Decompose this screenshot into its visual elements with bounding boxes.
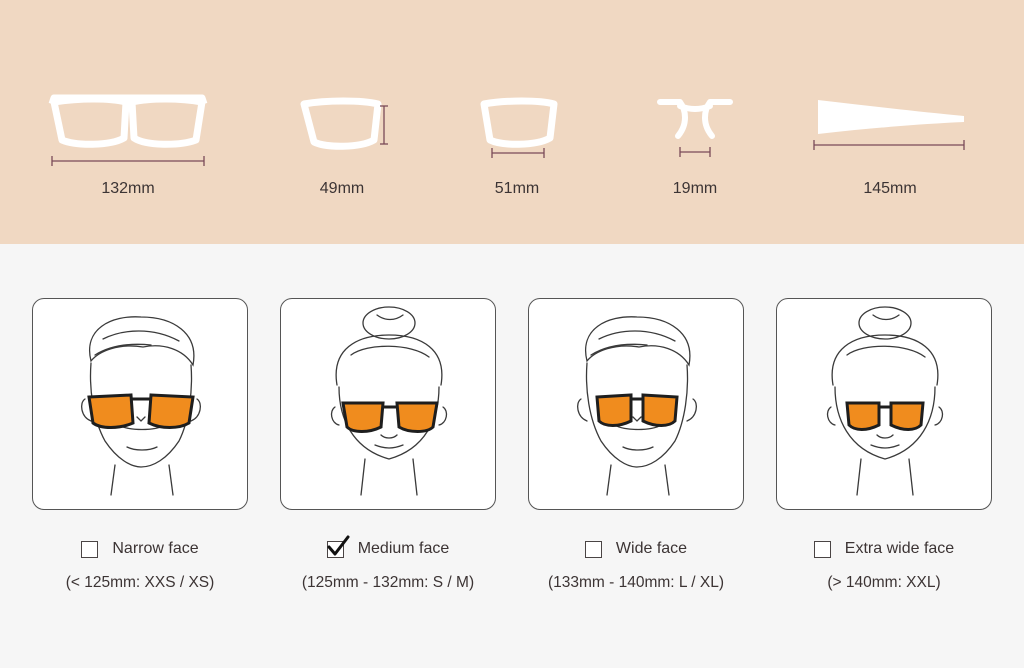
- frame-width-icon: [48, 94, 208, 166]
- narrow-face-range: (< 125mm: XXS / XS): [65, 574, 215, 591]
- extra-wide-face-option[interactable]: Extra wide face: [776, 536, 992, 562]
- narrow-face-option[interactable]: Narrow face: [32, 536, 248, 562]
- wide-face-label: Wide face: [615, 540, 688, 557]
- narrow-face-card[interactable]: [32, 298, 248, 510]
- lens-height-label: 49mm: [319, 180, 365, 197]
- lens-width-measure: 51mm: [470, 88, 564, 208]
- temple-length-measure: 145mm: [810, 88, 970, 208]
- lens-height-measure: 49mm: [292, 88, 392, 208]
- extra-wide-face-card[interactable]: [776, 298, 992, 510]
- male-face-illustration: [576, 316, 698, 496]
- frame-width-label: 132mm: [101, 180, 155, 197]
- bridge-width-icon: [657, 99, 733, 157]
- wide-face-range: (133mm - 140mm: L / XL): [547, 574, 724, 591]
- bridge-width-label: 19mm: [672, 180, 718, 197]
- temple-length-icon: [813, 100, 965, 150]
- lens-width-icon: [480, 97, 558, 158]
- extra-wide-face-label: Extra wide face: [844, 540, 955, 557]
- female-face-illustration: [826, 306, 944, 496]
- lens-width-label: 51mm: [494, 180, 540, 197]
- frame-width-measure: 132mm: [40, 88, 216, 208]
- medium-face-option[interactable]: Medium face: [280, 535, 496, 562]
- lens-height-icon: [300, 97, 388, 150]
- medium-face-card[interactable]: [280, 298, 496, 510]
- extra-wide-face-range: (> 140mm: XXL): [827, 574, 941, 591]
- male-face-illustration: [80, 316, 202, 496]
- wide-face-card[interactable]: [528, 298, 744, 510]
- wide-face-option[interactable]: Wide face: [528, 536, 744, 562]
- medium-face-range: (125mm - 132mm: S / M): [301, 574, 475, 591]
- temple-length-label: 145mm: [863, 180, 917, 197]
- medium-face-label: Medium face: [357, 540, 450, 557]
- narrow-face-label: Narrow face: [112, 540, 199, 557]
- female-face-illustration: [330, 306, 448, 496]
- bridge-width-measure: 19mm: [650, 88, 740, 208]
- extra-wide-face-checkbox[interactable]: [813, 540, 831, 558]
- narrow-face-checkbox[interactable]: [81, 540, 99, 558]
- wide-face-checkbox[interactable]: [584, 540, 602, 558]
- checkmark-icon: [327, 535, 350, 555]
- medium-face-checkbox[interactable]: [326, 535, 350, 558]
